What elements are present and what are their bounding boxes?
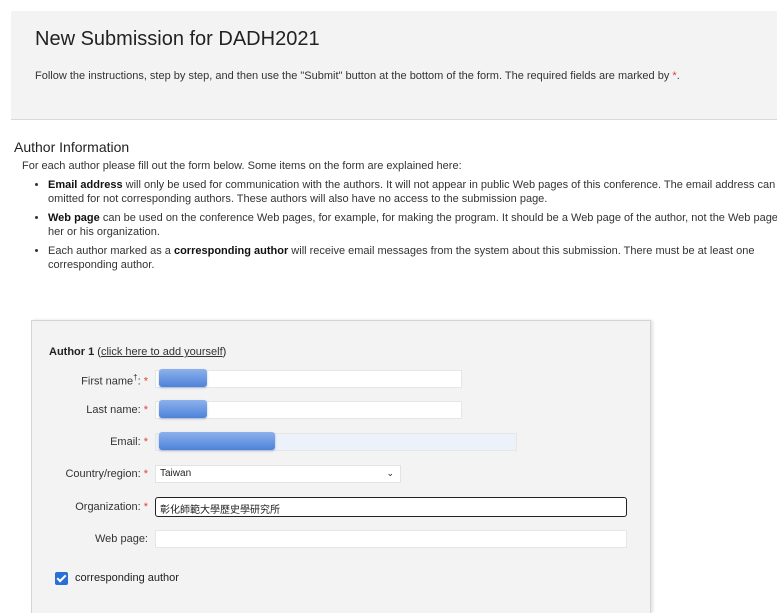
first-name-label: First name†: * [81,373,148,388]
page-title: New Submission for DADH2021 [35,28,320,50]
country-select[interactable]: Taiwan ⌄ [155,465,401,483]
first-name-input[interactable] [155,369,462,388]
email-label: Email: * [110,436,148,448]
corresponding-author-checkbox[interactable] [55,572,68,585]
first-name-row: First name†: * [32,369,650,390]
page-header: New Submission for DADH2021 Follow the i… [11,11,777,120]
redacted-value [159,432,275,450]
web-page-row: Web page: [32,530,650,550]
list-item: Web page can be used on the conference W… [48,211,777,239]
redacted-value [159,369,207,387]
author-1-form: Author 1 (click here to add yourself) Fi… [31,320,651,613]
redacted-value [159,400,207,418]
last-name-input[interactable] [155,400,462,419]
author-information-intro: For each author please fill out the form… [22,160,462,172]
author-notes-list: Email address will only be used for comm… [22,178,777,277]
author-heading: Author 1 (click here to add yourself) [49,346,227,358]
corresponding-author-label: corresponding author [75,572,179,584]
email-input[interactable] [155,432,517,451]
list-item: Email address will only be used for comm… [48,178,777,206]
country-row: Country/region: * Taiwan ⌄ [32,465,650,485]
organization-input[interactable]: 彰化師範大學歷史學研究所 [155,497,627,517]
instructions-text: Follow the instructions, step by step, a… [35,70,680,82]
last-name-row: Last name: * [32,400,650,421]
chevron-down-icon: ⌄ [386,468,394,478]
list-item: Each author marked as a corresponding au… [48,244,777,272]
web-page-input[interactable] [155,530,627,548]
web-page-label: Web page: [94,533,148,545]
last-name-label: Last name: * [86,404,148,416]
author-information-title: Author Information [14,139,130,155]
add-yourself-link[interactable]: click here to add yourself [101,346,223,358]
organization-row: Organization: * 彰化師範大學歷史學研究所 [32,497,650,517]
organization-label: Organization: * [75,501,148,513]
country-label: Country/region: * [65,468,148,480]
email-row: Email: * [32,432,650,453]
